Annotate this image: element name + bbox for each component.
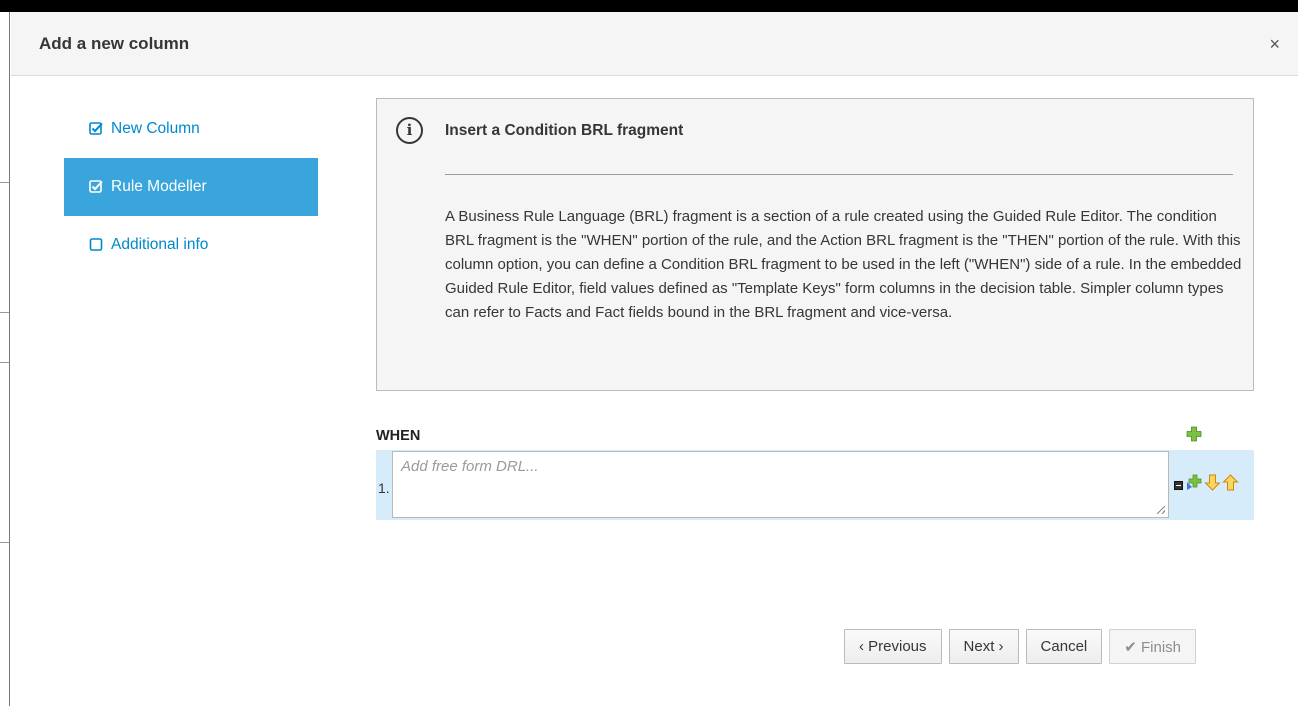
resize-handle-icon[interactable] xyxy=(1157,506,1165,514)
insert-below-icon[interactable] xyxy=(1186,474,1203,496)
when-label: WHEN xyxy=(376,428,421,444)
cancel-button[interactable]: Cancel xyxy=(1025,629,1103,664)
step-label: Additional info xyxy=(111,236,209,253)
dialog-header: Add a new column × xyxy=(11,12,1298,76)
row-tools xyxy=(1174,474,1239,496)
step-label: Rule Modeller xyxy=(111,178,207,195)
close-icon[interactable]: × xyxy=(1269,35,1280,53)
remove-row-icon[interactable] xyxy=(1174,480,1183,490)
wizard-buttons: ‹ Previous Next › Cancel ✔ Finish xyxy=(844,629,1196,664)
empty-box-icon xyxy=(89,237,105,254)
step-label: New Column xyxy=(111,120,200,137)
wizard-steps: New Column Rule Modeller Additional info xyxy=(64,100,318,274)
window-top-edge xyxy=(0,0,1298,12)
free-form-drl-input[interactable]: Add free form DRL... xyxy=(392,451,1169,518)
row-number: 1. xyxy=(378,480,390,496)
move-down-icon[interactable] xyxy=(1204,474,1221,496)
info-description: A Business Rule Language (BRL) fragment … xyxy=(445,208,1242,321)
move-up-icon[interactable] xyxy=(1222,474,1239,496)
divider xyxy=(445,174,1233,175)
step-rule-modeller[interactable]: Rule Modeller xyxy=(64,158,318,216)
add-column-dialog: Add a new column × New Column Rule Model… xyxy=(11,12,1298,706)
background-page-edge xyxy=(0,12,10,706)
dialog-title: Add a new column xyxy=(39,34,190,53)
finish-button[interactable]: ✔ Finish xyxy=(1109,629,1196,664)
next-button[interactable]: Next › xyxy=(948,629,1019,664)
step-new-column[interactable]: New Column xyxy=(64,100,318,158)
checked-box-icon xyxy=(89,121,105,138)
info-panel: i Insert a Condition BRL fragment A Busi… xyxy=(376,98,1254,391)
add-pattern-icon[interactable] xyxy=(1186,426,1202,447)
info-title: Insert a Condition BRL fragment xyxy=(445,122,684,139)
when-condition-row: 1. Add free form DRL... xyxy=(376,450,1254,520)
drl-placeholder: Add free form DRL... xyxy=(401,458,539,475)
checked-box-icon xyxy=(89,179,105,196)
step-additional-info[interactable]: Additional info xyxy=(64,216,318,274)
previous-button[interactable]: ‹ Previous xyxy=(844,629,942,664)
info-circle-icon: i xyxy=(396,117,423,144)
